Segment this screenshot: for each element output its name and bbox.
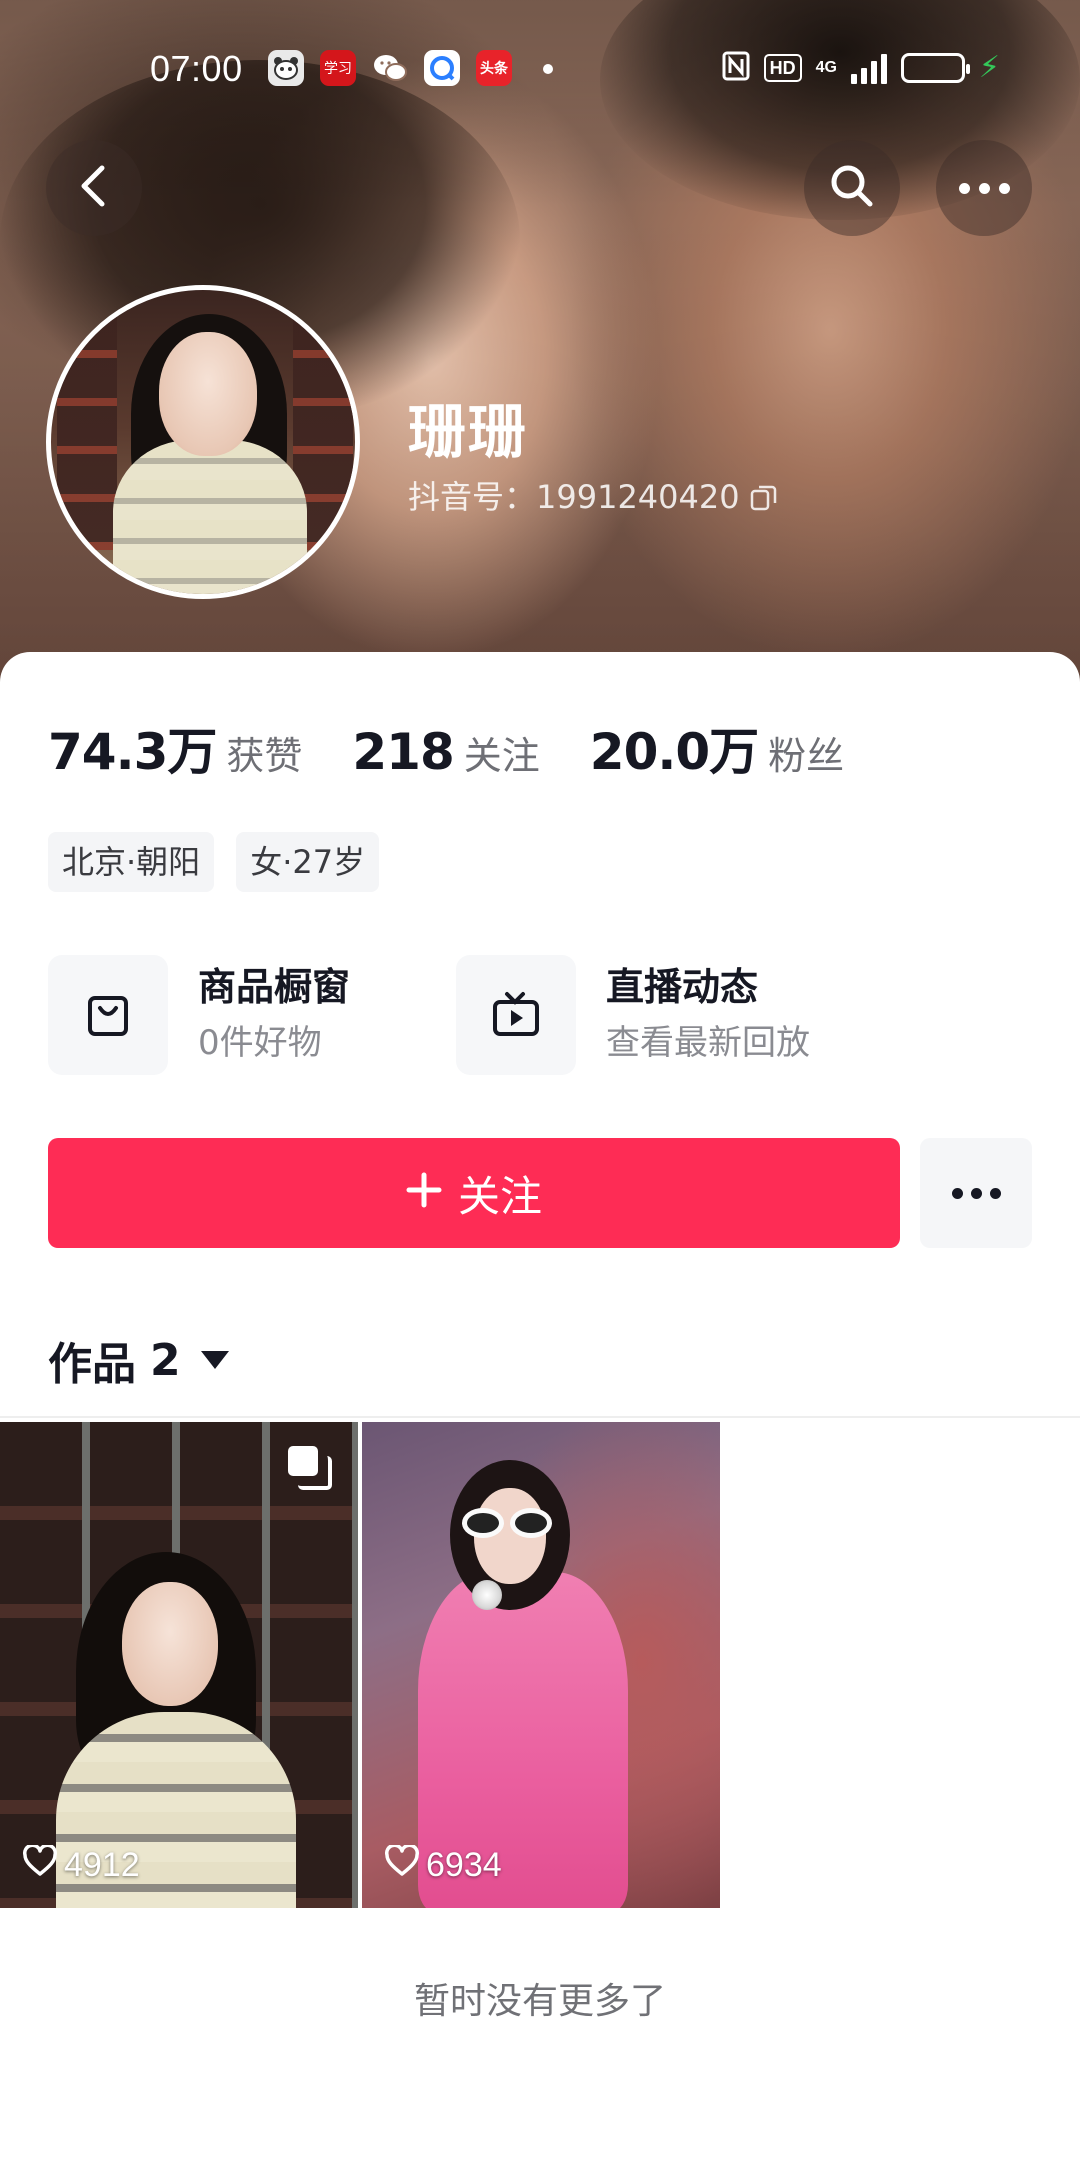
no-more-text: 暂时没有更多了 — [413, 1981, 666, 2022]
stat-followers[interactable]: 20.0万 粉丝 — [590, 712, 844, 784]
avatar[interactable] — [46, 285, 360, 599]
work-likes: 6934 — [384, 1843, 502, 1886]
charging-icon: ⚡ — [978, 50, 1000, 85]
shopping-bag-icon — [48, 955, 168, 1075]
work-likes: 4912 — [22, 1843, 140, 1886]
work-thumbnail[interactable]: 6934 — [362, 1422, 720, 1908]
gender-age-tag: 女·27岁 — [236, 832, 380, 892]
stat-value: 20.0万 — [589, 723, 759, 781]
xuexi-app-icon: 学习 — [320, 50, 356, 86]
work-thumbnail[interactable]: 4912 — [0, 1422, 358, 1908]
works-tab[interactable]: 作品 2 — [48, 1328, 229, 1392]
hd-badge: HD — [763, 54, 802, 82]
more-dot-icon — [970, 1187, 982, 1199]
more-dot-icon — [951, 1187, 963, 1199]
copy-icon[interactable] — [750, 481, 778, 511]
stat-value: 74.3万 — [48, 723, 217, 781]
tv-icon — [456, 955, 576, 1075]
works-label: 作品 — [48, 1339, 136, 1390]
stat-label: 粉丝 — [768, 734, 845, 778]
heart-icon — [384, 1843, 420, 1886]
battery-icon — [900, 53, 970, 83]
more-options-button[interactable] — [936, 140, 1032, 236]
thumb-sunglasses — [462, 1508, 554, 1538]
live-entry[interactable]: 直播动态 查看最新回放 — [456, 952, 810, 1078]
location-tag: 北京·朝阳 — [48, 832, 215, 892]
status-right-group: HD 4G ⚡ — [722, 50, 1000, 86]
douyin-id-row[interactable]: 抖音号：1991240420 — [408, 472, 778, 518]
stat-value: 218 — [352, 723, 454, 781]
search-button[interactable] — [804, 140, 900, 236]
profile-nickname: 珊珊 — [408, 398, 529, 466]
likes-count: 6934 — [426, 1846, 502, 1884]
live-title: 直播动态 — [606, 965, 759, 1009]
live-text: 直播动态 查看最新回放 — [606, 962, 810, 1068]
feature-entries: 商品橱窗 0件好物 直播动态 查看最新回放 — [48, 952, 1048, 1078]
wechat-icon — [372, 50, 408, 86]
divider — [0, 1416, 1080, 1418]
multi-image-icon — [288, 1446, 332, 1490]
stat-likes[interactable]: 74.3万 获赞 — [48, 712, 302, 784]
profile-card: 74.3万 获赞 218 关注 20.0万 粉丝 北京·朝阳 女·27岁 商品橱… — [0, 652, 1080, 2160]
heart-icon — [22, 1843, 58, 1886]
network-type: 4G — [815, 59, 837, 76]
more-dot-icon — [998, 182, 1010, 194]
stats-row: 74.3万 获赞 218 关注 20.0万 粉丝 — [48, 712, 894, 784]
status-dot — [543, 64, 553, 74]
stat-label: 获赞 — [226, 734, 303, 778]
thumb-brooch — [472, 1580, 502, 1610]
works-count: 2 — [150, 1334, 181, 1386]
avatar-dress — [113, 440, 307, 594]
works-grid: 4912 6934 — [0, 1422, 720, 1908]
browser-icon — [424, 50, 460, 86]
more-dot-icon — [958, 182, 970, 194]
stat-following[interactable]: 218 关注 — [352, 723, 539, 781]
caret-down-icon — [200, 1351, 229, 1369]
toutiao-app-icon: 头条 — [476, 50, 512, 86]
follow-button[interactable]: 关注 — [48, 1138, 900, 1248]
nfc-icon — [722, 51, 750, 85]
search-icon — [827, 161, 877, 215]
plus-icon — [406, 1169, 442, 1218]
likes-count: 4912 — [64, 1846, 140, 1884]
douyin-id-text: 抖音号：1991240420 — [408, 478, 740, 516]
more-actions-button[interactable] — [920, 1138, 1032, 1248]
follow-label: 关注 — [457, 1171, 542, 1221]
thumb-face — [122, 1582, 218, 1706]
more-dot-icon — [978, 182, 990, 194]
live-subtitle: 查看最新回放 — [606, 1023, 810, 1063]
shop-window-title: 商品橱窗 — [198, 965, 351, 1009]
shop-window-subtitle: 0件好物 — [198, 1023, 322, 1063]
more-dot-icon — [989, 1187, 1001, 1199]
panda-app-icon — [268, 50, 304, 86]
stat-label: 关注 — [463, 734, 540, 778]
profile-tags: 北京·朝阳 女·27岁 — [48, 832, 380, 892]
signal-icon — [850, 52, 887, 84]
status-bar: 07:00 学习 头条 HD 4G ⚡ — [0, 0, 1080, 130]
shop-window-text: 商品橱窗 0件好物 — [198, 962, 350, 1068]
back-arrow-icon — [74, 162, 114, 214]
shop-window-entry[interactable]: 商品橱窗 0件好物 — [48, 952, 350, 1078]
avatar-bg-shelf — [57, 310, 117, 550]
back-button[interactable] — [46, 140, 142, 236]
avatar-face — [159, 332, 257, 456]
status-time: 07:00 — [150, 48, 243, 89]
